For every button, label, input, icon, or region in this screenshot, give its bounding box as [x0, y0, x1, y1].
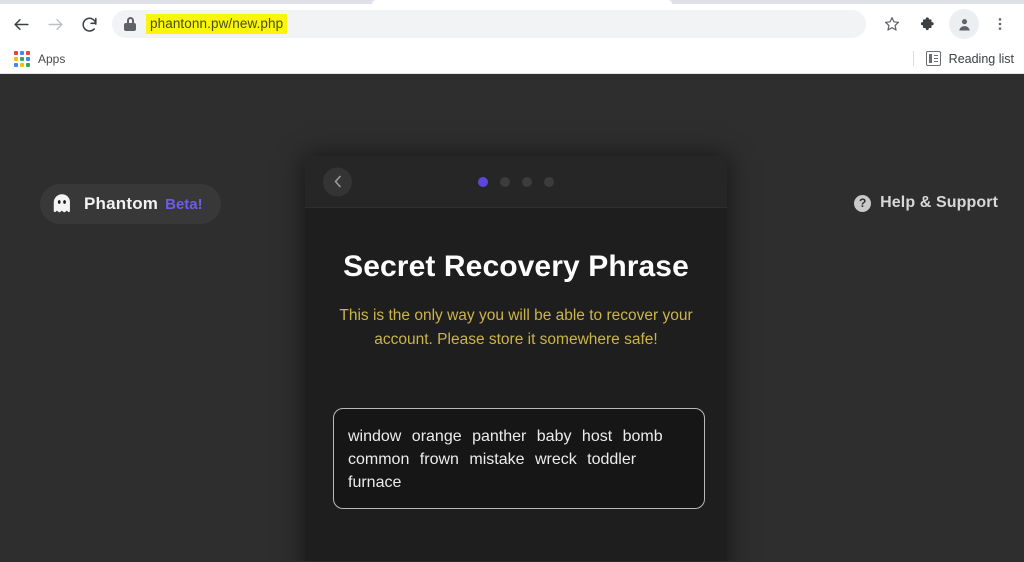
- modal-body: Secret Recovery Phrase This is the only …: [305, 250, 727, 510]
- active-tab[interactable]: [372, 0, 672, 4]
- question-mark-icon: ?: [854, 194, 872, 212]
- url-text: phantonn.pw/new.php: [146, 14, 288, 34]
- back-button[interactable]: [6, 9, 36, 39]
- reading-list-label: Reading list: [948, 51, 1014, 66]
- phantom-brand-badge[interactable]: Phantom Beta!: [40, 184, 221, 224]
- arrow-right-icon: [47, 18, 63, 30]
- step-indicator: [478, 176, 554, 187]
- profile-avatar-icon: [958, 18, 970, 31]
- apps-label: Apps: [38, 51, 66, 66]
- bookmark-star-icon: [884, 17, 900, 31]
- arrow-left-icon: [13, 18, 29, 30]
- recovery-phrase-modal: Secret Recovery Phrase This is the only …: [305, 156, 727, 561]
- lock-icon: [124, 17, 136, 31]
- browser-chrome: phantonn.pw/new.php Apps Reading list: [0, 0, 1024, 74]
- step-dot-3[interactable]: [522, 176, 532, 187]
- seed-phrase-words: window orange panther baby host bomb com…: [348, 428, 663, 492]
- chrome-menu-button[interactable]: [985, 9, 1015, 39]
- browser-toolbar: phantonn.pw/new.php: [0, 4, 1024, 44]
- apps-shortcut[interactable]: Apps: [8, 49, 71, 69]
- extensions-puzzle-icon: [920, 16, 934, 30]
- help-and-support-link[interactable]: ? Help & Support: [854, 194, 998, 212]
- tab-strip: [0, 0, 1024, 4]
- help-and-support-label: Help & Support: [880, 194, 998, 211]
- reading-list-button[interactable]: Reading list: [912, 51, 1014, 66]
- brand-beta-tag: Beta!: [165, 195, 203, 213]
- step-dot-2[interactable]: [500, 176, 510, 187]
- bookmarks-bar: Apps Reading list: [0, 44, 1024, 74]
- phantom-ghost-icon: [53, 194, 70, 213]
- extensions-button[interactable]: [913, 9, 943, 39]
- chevron-left-icon: [334, 175, 341, 188]
- reading-list-icon: [925, 51, 941, 66]
- phantom-onboarding-page: Phantom Beta! ? Help & Support Secret Re…: [0, 74, 1024, 561]
- modal-header: [305, 156, 727, 208]
- seed-phrase-box[interactable]: window orange panther baby host bomb com…: [333, 408, 705, 510]
- reload-icon: [82, 17, 97, 32]
- page-title: Secret Recovery Phrase: [343, 250, 689, 283]
- profile-button[interactable]: [949, 9, 979, 39]
- step-dot-4[interactable]: [544, 176, 554, 187]
- apps-grid-icon: [14, 50, 30, 67]
- chrome-menu-icon: [998, 18, 1002, 30]
- bookmark-star-button[interactable]: [877, 9, 907, 39]
- address-bar[interactable]: phantonn.pw/new.php: [112, 10, 866, 38]
- warning-text: This is the only way you will be able to…: [339, 307, 693, 349]
- step-dot-1[interactable]: [478, 176, 488, 187]
- forward-button[interactable]: [40, 9, 70, 39]
- toolbar-actions: [874, 9, 1018, 39]
- brand-name: Phantom: [84, 194, 159, 213]
- modal-back-button[interactable]: [323, 167, 352, 196]
- reload-button[interactable]: [74, 9, 104, 39]
